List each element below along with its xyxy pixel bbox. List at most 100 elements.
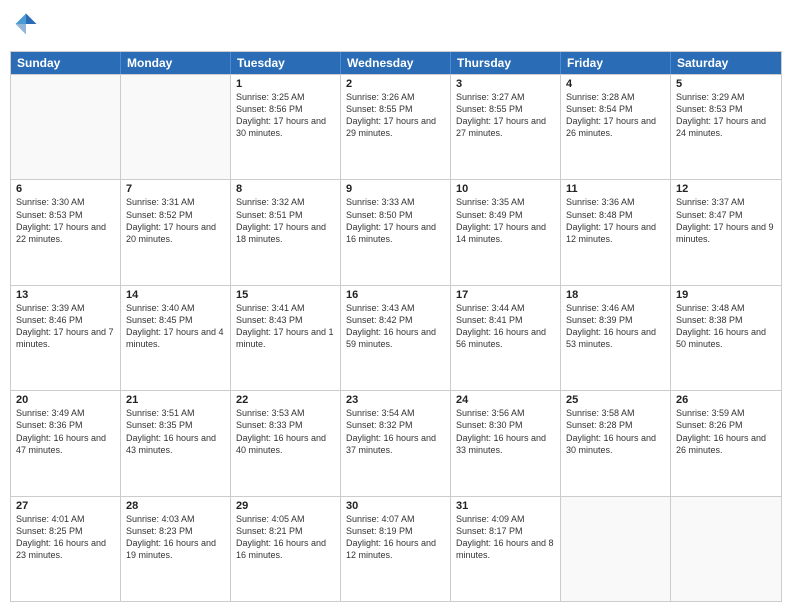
day-number: 13	[16, 289, 115, 301]
calendar-cell: 24Sunrise: 3:56 AM Sunset: 8:30 PM Dayli…	[451, 391, 561, 495]
day-info: Sunrise: 3:41 AM Sunset: 8:43 PM Dayligh…	[236, 302, 335, 351]
calendar-body: 1Sunrise: 3:25 AM Sunset: 8:56 PM Daylig…	[11, 74, 781, 601]
day-number: 10	[456, 183, 555, 195]
day-info: Sunrise: 4:07 AM Sunset: 8:19 PM Dayligh…	[346, 513, 445, 562]
day-info: Sunrise: 3:51 AM Sunset: 8:35 PM Dayligh…	[126, 407, 225, 456]
calendar-cell: 2Sunrise: 3:26 AM Sunset: 8:55 PM Daylig…	[341, 75, 451, 179]
day-number: 26	[676, 394, 776, 406]
day-info: Sunrise: 3:27 AM Sunset: 8:55 PM Dayligh…	[456, 91, 555, 140]
calendar-cell: 5Sunrise: 3:29 AM Sunset: 8:53 PM Daylig…	[671, 75, 781, 179]
calendar-cell: 30Sunrise: 4:07 AM Sunset: 8:19 PM Dayli…	[341, 497, 451, 601]
day-number: 24	[456, 394, 555, 406]
day-number: 15	[236, 289, 335, 301]
day-number: 8	[236, 183, 335, 195]
day-info: Sunrise: 4:03 AM Sunset: 8:23 PM Dayligh…	[126, 513, 225, 562]
calendar-row-1: 6Sunrise: 3:30 AM Sunset: 8:53 PM Daylig…	[11, 179, 781, 284]
calendar-cell: 18Sunrise: 3:46 AM Sunset: 8:39 PM Dayli…	[561, 286, 671, 390]
day-info: Sunrise: 3:39 AM Sunset: 8:46 PM Dayligh…	[16, 302, 115, 351]
calendar-cell: 27Sunrise: 4:01 AM Sunset: 8:25 PM Dayli…	[11, 497, 121, 601]
calendar-cell: 3Sunrise: 3:27 AM Sunset: 8:55 PM Daylig…	[451, 75, 561, 179]
calendar-cell: 17Sunrise: 3:44 AM Sunset: 8:41 PM Dayli…	[451, 286, 561, 390]
day-number: 12	[676, 183, 776, 195]
calendar-row-0: 1Sunrise: 3:25 AM Sunset: 8:56 PM Daylig…	[11, 74, 781, 179]
day-number: 21	[126, 394, 225, 406]
day-info: Sunrise: 3:32 AM Sunset: 8:51 PM Dayligh…	[236, 196, 335, 245]
header-day-monday: Monday	[121, 52, 231, 74]
day-number: 4	[566, 78, 665, 90]
calendar-cell: 6Sunrise: 3:30 AM Sunset: 8:53 PM Daylig…	[11, 180, 121, 284]
day-info: Sunrise: 4:09 AM Sunset: 8:17 PM Dayligh…	[456, 513, 555, 562]
day-info: Sunrise: 3:44 AM Sunset: 8:41 PM Dayligh…	[456, 302, 555, 351]
calendar-cell: 29Sunrise: 4:05 AM Sunset: 8:21 PM Dayli…	[231, 497, 341, 601]
day-info: Sunrise: 3:29 AM Sunset: 8:53 PM Dayligh…	[676, 91, 776, 140]
day-number: 3	[456, 78, 555, 90]
calendar-cell: 19Sunrise: 3:48 AM Sunset: 8:38 PM Dayli…	[671, 286, 781, 390]
day-number: 14	[126, 289, 225, 301]
day-info: Sunrise: 3:26 AM Sunset: 8:55 PM Dayligh…	[346, 91, 445, 140]
day-info: Sunrise: 3:59 AM Sunset: 8:26 PM Dayligh…	[676, 407, 776, 456]
calendar-cell: 10Sunrise: 3:35 AM Sunset: 8:49 PM Dayli…	[451, 180, 561, 284]
day-info: Sunrise: 3:43 AM Sunset: 8:42 PM Dayligh…	[346, 302, 445, 351]
day-info: Sunrise: 4:01 AM Sunset: 8:25 PM Dayligh…	[16, 513, 115, 562]
calendar-row-3: 20Sunrise: 3:49 AM Sunset: 8:36 PM Dayli…	[11, 390, 781, 495]
calendar-cell: 11Sunrise: 3:36 AM Sunset: 8:48 PM Dayli…	[561, 180, 671, 284]
calendar-cell: 4Sunrise: 3:28 AM Sunset: 8:54 PM Daylig…	[561, 75, 671, 179]
calendar-cell: 9Sunrise: 3:33 AM Sunset: 8:50 PM Daylig…	[341, 180, 451, 284]
calendar-cell: 21Sunrise: 3:51 AM Sunset: 8:35 PM Dayli…	[121, 391, 231, 495]
day-number: 29	[236, 500, 335, 512]
calendar-cell: 22Sunrise: 3:53 AM Sunset: 8:33 PM Dayli…	[231, 391, 341, 495]
calendar-cell	[11, 75, 121, 179]
calendar-cell: 28Sunrise: 4:03 AM Sunset: 8:23 PM Dayli…	[121, 497, 231, 601]
header-day-wednesday: Wednesday	[341, 52, 451, 74]
calendar-row-2: 13Sunrise: 3:39 AM Sunset: 8:46 PM Dayli…	[11, 285, 781, 390]
day-info: Sunrise: 3:36 AM Sunset: 8:48 PM Dayligh…	[566, 196, 665, 245]
day-info: Sunrise: 3:28 AM Sunset: 8:54 PM Dayligh…	[566, 91, 665, 140]
header-day-sunday: Sunday	[11, 52, 121, 74]
calendar-cell: 14Sunrise: 3:40 AM Sunset: 8:45 PM Dayli…	[121, 286, 231, 390]
day-info: Sunrise: 3:53 AM Sunset: 8:33 PM Dayligh…	[236, 407, 335, 456]
day-number: 5	[676, 78, 776, 90]
calendar-cell: 31Sunrise: 4:09 AM Sunset: 8:17 PM Dayli…	[451, 497, 561, 601]
calendar-cell: 13Sunrise: 3:39 AM Sunset: 8:46 PM Dayli…	[11, 286, 121, 390]
calendar-cell: 23Sunrise: 3:54 AM Sunset: 8:32 PM Dayli…	[341, 391, 451, 495]
calendar-header: SundayMondayTuesdayWednesdayThursdayFrid…	[11, 52, 781, 74]
calendar-cell: 15Sunrise: 3:41 AM Sunset: 8:43 PM Dayli…	[231, 286, 341, 390]
header	[10, 10, 782, 43]
day-number: 9	[346, 183, 445, 195]
day-info: Sunrise: 3:33 AM Sunset: 8:50 PM Dayligh…	[346, 196, 445, 245]
day-number: 1	[236, 78, 335, 90]
day-info: Sunrise: 3:31 AM Sunset: 8:52 PM Dayligh…	[126, 196, 225, 245]
day-info: Sunrise: 3:54 AM Sunset: 8:32 PM Dayligh…	[346, 407, 445, 456]
logo	[10, 10, 44, 43]
day-info: Sunrise: 3:58 AM Sunset: 8:28 PM Dayligh…	[566, 407, 665, 456]
day-info: Sunrise: 3:40 AM Sunset: 8:45 PM Dayligh…	[126, 302, 225, 351]
day-number: 30	[346, 500, 445, 512]
day-info: Sunrise: 3:37 AM Sunset: 8:47 PM Dayligh…	[676, 196, 776, 245]
day-number: 6	[16, 183, 115, 195]
calendar-cell: 25Sunrise: 3:58 AM Sunset: 8:28 PM Dayli…	[561, 391, 671, 495]
calendar-cell: 20Sunrise: 3:49 AM Sunset: 8:36 PM Dayli…	[11, 391, 121, 495]
header-day-tuesday: Tuesday	[231, 52, 341, 74]
day-info: Sunrise: 3:48 AM Sunset: 8:38 PM Dayligh…	[676, 302, 776, 351]
day-info: Sunrise: 3:49 AM Sunset: 8:36 PM Dayligh…	[16, 407, 115, 456]
day-info: Sunrise: 3:25 AM Sunset: 8:56 PM Dayligh…	[236, 91, 335, 140]
day-number: 16	[346, 289, 445, 301]
calendar: SundayMondayTuesdayWednesdayThursdayFrid…	[10, 51, 782, 602]
day-number: 25	[566, 394, 665, 406]
day-number: 31	[456, 500, 555, 512]
day-number: 27	[16, 500, 115, 512]
calendar-cell	[121, 75, 231, 179]
header-day-friday: Friday	[561, 52, 671, 74]
day-number: 11	[566, 183, 665, 195]
day-number: 28	[126, 500, 225, 512]
day-info: Sunrise: 3:56 AM Sunset: 8:30 PM Dayligh…	[456, 407, 555, 456]
day-info: Sunrise: 3:30 AM Sunset: 8:53 PM Dayligh…	[16, 196, 115, 245]
calendar-cell: 7Sunrise: 3:31 AM Sunset: 8:52 PM Daylig…	[121, 180, 231, 284]
calendar-cell	[561, 497, 671, 601]
page: SundayMondayTuesdayWednesdayThursdayFrid…	[0, 0, 792, 612]
calendar-cell: 12Sunrise: 3:37 AM Sunset: 8:47 PM Dayli…	[671, 180, 781, 284]
header-day-thursday: Thursday	[451, 52, 561, 74]
day-number: 20	[16, 394, 115, 406]
day-info: Sunrise: 3:46 AM Sunset: 8:39 PM Dayligh…	[566, 302, 665, 351]
calendar-cell	[671, 497, 781, 601]
